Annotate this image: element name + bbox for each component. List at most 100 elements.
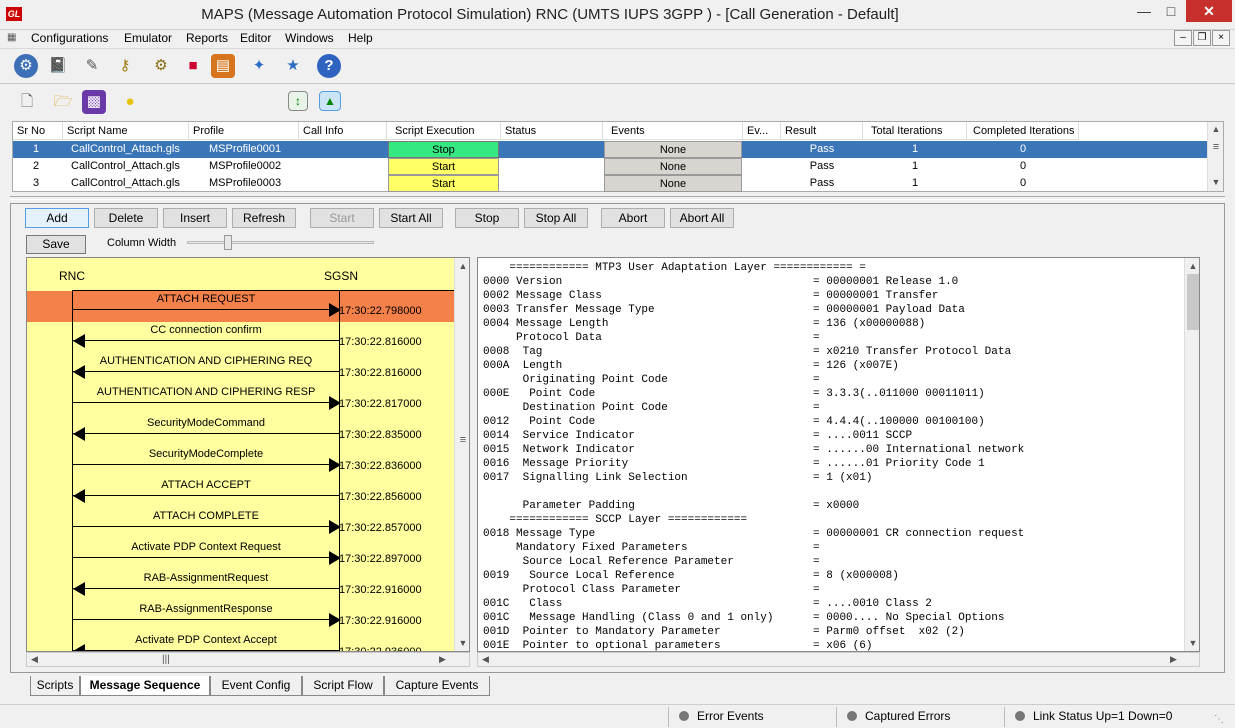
sequence-hscrollbar[interactable]: ◀ ||| ▶ — [26, 652, 470, 667]
scroll-down-icon[interactable]: ▼ — [1208, 177, 1224, 187]
start-all-button[interactable]: Start All — [379, 208, 443, 228]
slider-thumb[interactable] — [224, 235, 232, 250]
captured-errors-status[interactable]: Captured Errors — [847, 709, 950, 723]
scroll-right-icon[interactable]: ▶ — [1170, 654, 1177, 665]
stop-script-button[interactable]: Stop — [388, 141, 499, 158]
sequence-message[interactable]: SecurityModeComplete 17:30:22.836000 — [27, 446, 454, 477]
menu-configurations[interactable]: Configurations — [31, 31, 108, 45]
scroll-down-icon[interactable]: ▼ — [1185, 638, 1199, 648]
add-button[interactable]: Add — [25, 208, 89, 228]
tab-message-sequence[interactable]: Message Sequence — [80, 676, 210, 696]
tree-flow-icon[interactable]: ▲ — [319, 91, 341, 111]
col-call-info[interactable]: Call Info — [299, 122, 387, 140]
table-row[interactable]: 1 CallControl_Attach.gls MSProfile0001 S… — [13, 141, 1208, 158]
wand-icon[interactable]: ✦ — [247, 54, 271, 78]
col-total-iterations[interactable]: Total Iterations — [863, 122, 967, 140]
delete-button[interactable]: Delete — [94, 208, 158, 228]
sequence-message[interactable]: RAB-AssignmentResponse 17:30:22.916000 — [27, 601, 454, 632]
mdi-minimize-icon[interactable]: – — [1174, 30, 1192, 46]
col-ev[interactable]: Ev... — [743, 122, 781, 140]
tab-script-flow[interactable]: Script Flow — [302, 676, 384, 696]
mdi-close-icon[interactable]: × — [1212, 30, 1230, 46]
events-button[interactable]: None — [604, 141, 742, 158]
script-edit-icon[interactable]: ✎ — [80, 54, 104, 78]
menu-help[interactable]: Help — [348, 31, 373, 45]
wizard-icon[interactable]: ★ — [281, 54, 305, 78]
sequence-message[interactable]: AUTHENTICATION AND CIPHERING REQ 17:30:22… — [27, 353, 454, 384]
mdi-system-icon[interactable]: ▦ — [7, 32, 16, 43]
new-file-icon[interactable]: 🗋 — [15, 90, 39, 114]
sequence-message[interactable]: Activate PDP Context Accept 17:30:22.9360… — [27, 632, 454, 651]
briefcase-icon[interactable]: ▤ — [211, 54, 235, 78]
sequence-message[interactable]: ATTACH REQUEST 17:30:22.798000 — [27, 291, 454, 322]
tab-event-config[interactable]: Event Config — [210, 676, 302, 696]
menu-windows[interactable]: Windows — [285, 31, 334, 45]
menu-reports[interactable]: Reports — [186, 31, 228, 45]
insert-button[interactable]: Insert — [163, 208, 227, 228]
table-row[interactable]: 3 CallControl_Attach.gls MSProfile0003 S… — [13, 175, 1208, 192]
col-script-execution[interactable]: Script Execution — [387, 122, 501, 140]
help-icon[interactable]: ? — [317, 54, 341, 78]
minimize-icon[interactable]: — — [1130, 0, 1158, 22]
scroll-thumb[interactable] — [1187, 274, 1199, 330]
notebook-icon[interactable]: 📓 — [46, 54, 70, 78]
splitter[interactable] — [10, 196, 1225, 200]
scroll-up-icon[interactable]: ▲ — [455, 261, 469, 271]
col-events[interactable]: Events — [603, 122, 743, 140]
abort-button[interactable]: Abort — [601, 208, 665, 228]
events-button[interactable]: None — [604, 158, 742, 175]
col-status[interactable]: Status — [501, 122, 603, 140]
refresh-button[interactable]: Refresh — [232, 208, 296, 228]
resize-grip-icon[interactable]: ⋱ — [1214, 714, 1224, 725]
scroll-thumb[interactable]: ≡ — [455, 434, 469, 446]
decode-hscrollbar[interactable]: ◀ ▶ — [477, 652, 1200, 667]
grid-scrollbar[interactable]: ▲ ≡ ▼ — [1207, 122, 1223, 191]
col-completed-iterations[interactable]: Completed Iterations — [967, 122, 1079, 140]
scroll-left-icon[interactable]: ◀ — [482, 654, 489, 665]
menu-editor[interactable]: Editor — [240, 31, 271, 45]
sequence-message[interactable]: ATTACH COMPLETE 17:30:22.857000 — [27, 508, 454, 539]
col-script-name[interactable]: Script Name — [63, 122, 189, 140]
col-profile[interactable]: Profile — [189, 122, 299, 140]
sequence-message[interactable]: RAB-AssignmentRequest 17:30:22.916000 — [27, 570, 454, 601]
tab-capture-events[interactable]: Capture Events — [384, 676, 490, 696]
start-script-button[interactable]: Start — [388, 158, 499, 175]
error-events-status[interactable]: Error Events — [679, 709, 764, 723]
scroll-thumb[interactable]: ||| — [162, 654, 170, 665]
col-sr-no[interactable]: Sr No — [13, 122, 63, 140]
sequence-message[interactable]: SecurityModeCommand 17:30:22.835000 — [27, 415, 454, 446]
start-script-button[interactable]: Start — [388, 175, 499, 192]
table-row[interactable]: 2 CallControl_Attach.gls MSProfile0002 S… — [13, 158, 1208, 175]
palette-icon[interactable]: ■ — [181, 54, 205, 78]
tab-scripts[interactable]: Scripts — [30, 676, 80, 696]
mdi-restore-icon[interactable]: ❐ — [1193, 30, 1211, 46]
scroll-thumb[interactable]: ≡ — [1208, 141, 1224, 153]
decode-scrollbar[interactable]: ▲ ▼ — [1184, 258, 1199, 651]
col-result[interactable]: Result — [781, 122, 863, 140]
sequence-message[interactable]: Activate PDP Context Request 17:30:22.897… — [27, 539, 454, 570]
sequence-message[interactable]: AUTHENTICATION AND CIPHERING RESP 17:30:2… — [27, 384, 454, 415]
sequence-scrollbar[interactable]: ▲ ≡ ▼ — [454, 258, 469, 651]
open-folder-icon[interactable]: 🗁 — [51, 90, 75, 114]
start-button[interactable]: Start — [310, 208, 374, 228]
menu-emulator[interactable]: Emulator — [124, 31, 172, 45]
save-disk-icon[interactable]: ▩ — [82, 90, 106, 114]
gears-icon[interactable]: ⚙ — [149, 54, 173, 78]
scroll-down-icon[interactable]: ▼ — [455, 638, 469, 648]
events-button[interactable]: None — [604, 175, 742, 192]
vertical-flow-icon[interactable]: ↕ — [288, 91, 308, 111]
maximize-icon[interactable]: □ — [1158, 0, 1184, 22]
stop-all-button[interactable]: Stop All — [524, 208, 588, 228]
stop-button[interactable]: Stop — [455, 208, 519, 228]
save-button[interactable]: Save — [26, 235, 86, 254]
column-width-slider[interactable] — [187, 241, 374, 244]
scroll-left-icon[interactable]: ◀ — [31, 654, 38, 665]
keys-icon[interactable]: ⚷ — [113, 54, 137, 78]
lightbulb-icon[interactable]: ● — [118, 90, 142, 114]
configuration-icon[interactable]: ⚙ — [14, 54, 38, 78]
scroll-right-icon[interactable]: ▶ — [439, 654, 446, 665]
sequence-message[interactable]: ATTACH ACCEPT 17:30:22.856000 — [27, 477, 454, 508]
close-icon[interactable]: ✕ — [1186, 0, 1232, 22]
scroll-up-icon[interactable]: ▲ — [1185, 261, 1199, 271]
sequence-message[interactable]: CC connection confirm 17:30:22.816000 — [27, 322, 454, 353]
